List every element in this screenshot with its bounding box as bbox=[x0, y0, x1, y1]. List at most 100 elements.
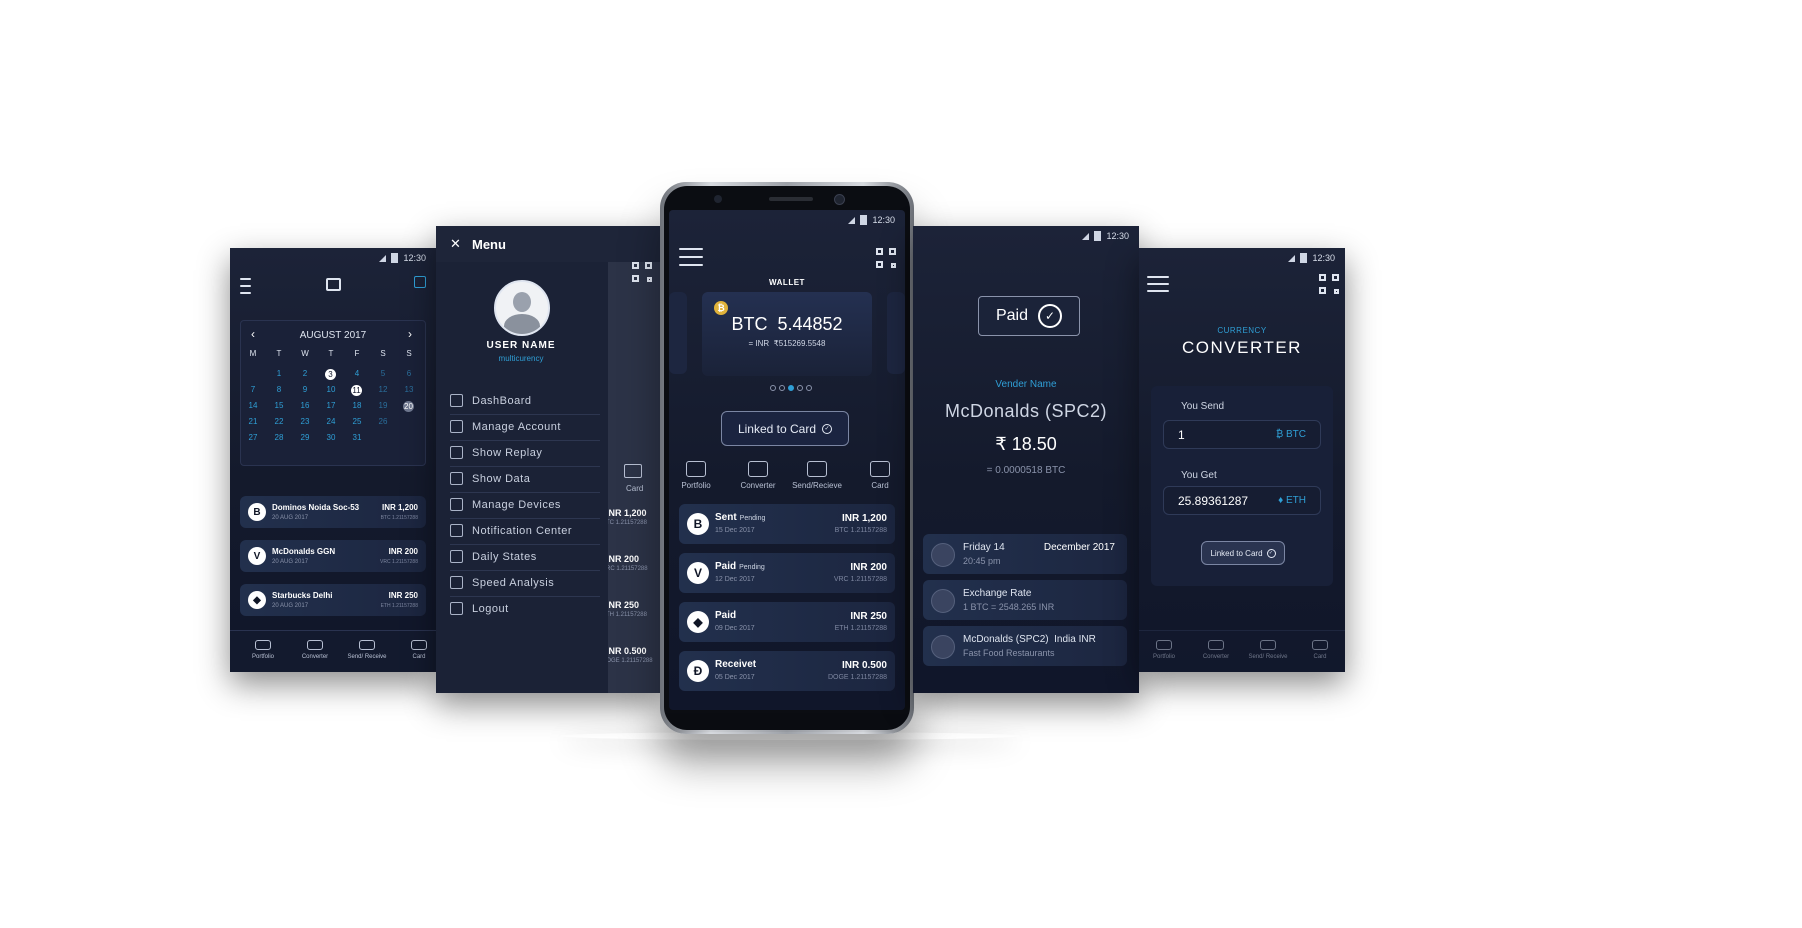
calendar-day[interactable]: 8 bbox=[268, 385, 290, 394]
nav-item-send-receive[interactable]: Send/ Receive bbox=[1243, 640, 1293, 660]
next-month-button[interactable]: › bbox=[408, 327, 412, 341]
action-card[interactable]: Card bbox=[855, 461, 905, 490]
nav-item-card[interactable]: Card bbox=[1295, 640, 1345, 660]
menu-item-show-data[interactable]: Show Data bbox=[450, 472, 530, 485]
calendar-day[interactable]: 19 bbox=[372, 401, 394, 410]
transaction-row[interactable]: ◆ Paid 09 Dec 2017 INR 250 ETH 1.21157288 bbox=[679, 602, 895, 642]
nav-label: Card bbox=[1313, 654, 1327, 660]
transaction-date: 20 AUG 2017 bbox=[272, 559, 309, 565]
wallet-card[interactable]: ₿ BTC 5.44852 = INR ₹515269.5548 bbox=[702, 292, 872, 376]
transaction-row[interactable]: B Dominos Noida Soc-53 20 AUG 2017 INR 1,20… bbox=[240, 496, 426, 528]
status-bar: 12:30 bbox=[1082, 231, 1129, 241]
menu-icon[interactable] bbox=[240, 278, 251, 299]
menu-item-dashboard[interactable]: DashBoard bbox=[450, 394, 532, 407]
menu-item-icon bbox=[450, 602, 463, 615]
calendar-day[interactable]: 15 bbox=[268, 401, 290, 410]
menu-item-manage-account[interactable]: Manage Account bbox=[450, 420, 561, 433]
calendar-day[interactable]: 4 bbox=[346, 369, 368, 378]
weekday-label: T bbox=[276, 349, 282, 358]
calendar-day[interactable]: 22 bbox=[268, 417, 290, 426]
calendar-day[interactable]: 9 bbox=[294, 385, 316, 394]
calendar-day[interactable]: 24 bbox=[320, 417, 342, 426]
nav-item-portfolio[interactable]: Portfolio bbox=[238, 640, 288, 660]
menu-divider bbox=[450, 570, 600, 571]
calendar-day[interactable]: 30 bbox=[320, 433, 342, 442]
calendar-day[interactable]: 7 bbox=[242, 385, 264, 394]
close-icon[interactable]: ✕ bbox=[450, 236, 461, 252]
nav-item-portfolio[interactable]: Portfolio bbox=[1139, 640, 1189, 660]
calendar-day[interactable]: 21 bbox=[242, 417, 264, 426]
carousel-dots[interactable] bbox=[770, 385, 812, 391]
wallet-screen: 12:30 WALLET ₿ BTC 5.44852 = INR ₹515269… bbox=[669, 210, 905, 710]
linked-to-card-button[interactable]: Linked to Card ✓ bbox=[721, 411, 849, 446]
action-converter[interactable]: Converter bbox=[733, 461, 783, 490]
calendar-day[interactable]: 27 bbox=[242, 433, 264, 442]
transaction-row[interactable]: ◆ Starbucks Delhi 20 AUG 2017 INR 250 ETH 1.… bbox=[240, 584, 426, 616]
send-input[interactable]: 1 ₿ BTC bbox=[1163, 420, 1321, 449]
battery-icon bbox=[1300, 253, 1308, 263]
send-currency[interactable]: ₿ BTC bbox=[1276, 429, 1306, 440]
calendar-day[interactable]: 12 bbox=[372, 385, 394, 394]
calendar-day[interactable]: 10 bbox=[320, 385, 342, 394]
calendar-day[interactable]: 31 bbox=[346, 433, 368, 442]
nav-item-send-receive[interactable]: Send/ Receive bbox=[342, 640, 392, 660]
paid-check-icon: ✓ bbox=[1038, 304, 1063, 328]
transaction-title: Starbucks Delhi bbox=[272, 591, 333, 600]
calendar-day[interactable]: 18 bbox=[346, 401, 368, 410]
menu-item-manage-devices[interactable]: Manage Devices bbox=[450, 498, 561, 511]
transaction-row[interactable]: V Paid Pending 12 Dec 2017 INR 200 VRC 1.2115… bbox=[679, 553, 895, 593]
get-input[interactable]: 25.89361287 ♦ ETH bbox=[1163, 486, 1321, 515]
transaction-row[interactable]: Đ Receivet 05 Dec 2017 INR 0.500 DOGE 1.2115… bbox=[679, 651, 895, 691]
transaction-row[interactable]: B Sent Pending 15 Dec 2017 INR 1,200 BTC 1.21… bbox=[679, 504, 895, 544]
nav-icon bbox=[359, 640, 375, 650]
menu-item-icon bbox=[450, 420, 463, 433]
menu-item-logout[interactable]: Logout bbox=[450, 602, 509, 615]
calendar-day[interactable]: 11 bbox=[351, 385, 362, 396]
wallet-card-prev[interactable] bbox=[669, 292, 687, 374]
transaction-row[interactable]: V McDonalds GGN 20 AUG 2017 INR 200 VRC 1.21… bbox=[240, 540, 426, 572]
calendar-day[interactable]: 6 bbox=[398, 369, 420, 378]
menu-item-daily-states[interactable]: Daily States bbox=[450, 550, 537, 563]
calendar-day[interactable]: 23 bbox=[294, 417, 316, 426]
inbox-icon[interactable] bbox=[326, 278, 341, 291]
calendar-day[interactable]: 2 bbox=[294, 369, 316, 378]
menu-item-notification-center[interactable]: Notification Center bbox=[450, 524, 572, 537]
calendar-day[interactable]: 3 bbox=[325, 369, 336, 380]
calendar-day[interactable]: 29 bbox=[294, 433, 316, 442]
menu-header bbox=[436, 226, 662, 262]
calendar-day[interactable]: 26 bbox=[372, 417, 394, 426]
get-currency[interactable]: ♦ ETH bbox=[1278, 495, 1306, 506]
menu-icon[interactable] bbox=[1147, 276, 1169, 297]
calendar-icon[interactable] bbox=[414, 276, 426, 288]
calendar-day[interactable]: 17 bbox=[320, 401, 342, 410]
menu-item-label: Show Replay bbox=[472, 446, 543, 459]
avatar[interactable] bbox=[494, 280, 550, 336]
menu-item-speed-analysis[interactable]: Speed Analysis bbox=[450, 576, 554, 589]
transaction-date: 15 Dec 2017 bbox=[715, 527, 755, 534]
menu-item-show-replay[interactable]: Show Replay bbox=[450, 446, 542, 459]
calendar-day[interactable]: 20 bbox=[403, 401, 414, 412]
nav-item-card[interactable]: Card bbox=[394, 640, 436, 660]
calendar-day[interactable]: 14 bbox=[242, 401, 264, 410]
calendar-day[interactable]: 16 bbox=[294, 401, 316, 410]
menu-icon[interactable] bbox=[679, 248, 703, 271]
action-send-recieve[interactable]: Send/Recieve bbox=[792, 461, 842, 490]
calendar-day[interactable]: 25 bbox=[346, 417, 368, 426]
calendar-day[interactable]: 28 bbox=[268, 433, 290, 442]
menu-item-icon bbox=[450, 524, 463, 537]
signal-icon bbox=[1082, 232, 1090, 240]
linked-to-card-button[interactable]: Linked to Card ✓ bbox=[1201, 541, 1285, 565]
background-amount: INR 250 bbox=[606, 600, 640, 610]
detail-title: Friday 14 bbox=[963, 542, 1005, 553]
transaction-type: Sent bbox=[715, 512, 737, 523]
calendar-screen: 12:30 ‹ AUGUST 2017 › M T W T F S S 1 2 3 4 5 6 7 8 9 10… bbox=[230, 248, 436, 672]
nav-item-converter[interactable]: Converter bbox=[1191, 640, 1241, 660]
nav-item-converter[interactable]: Converter bbox=[290, 640, 340, 660]
action-portfolio[interactable]: Portfolio bbox=[671, 461, 721, 490]
calendar-day[interactable]: 13 bbox=[398, 385, 420, 394]
wallet-card-next[interactable] bbox=[887, 292, 905, 374]
qr-code-icon[interactable] bbox=[1319, 274, 1339, 294]
calendar-day[interactable]: 1 bbox=[268, 369, 290, 378]
qr-code-icon[interactable] bbox=[876, 248, 896, 268]
calendar-day[interactable]: 5 bbox=[372, 369, 394, 378]
